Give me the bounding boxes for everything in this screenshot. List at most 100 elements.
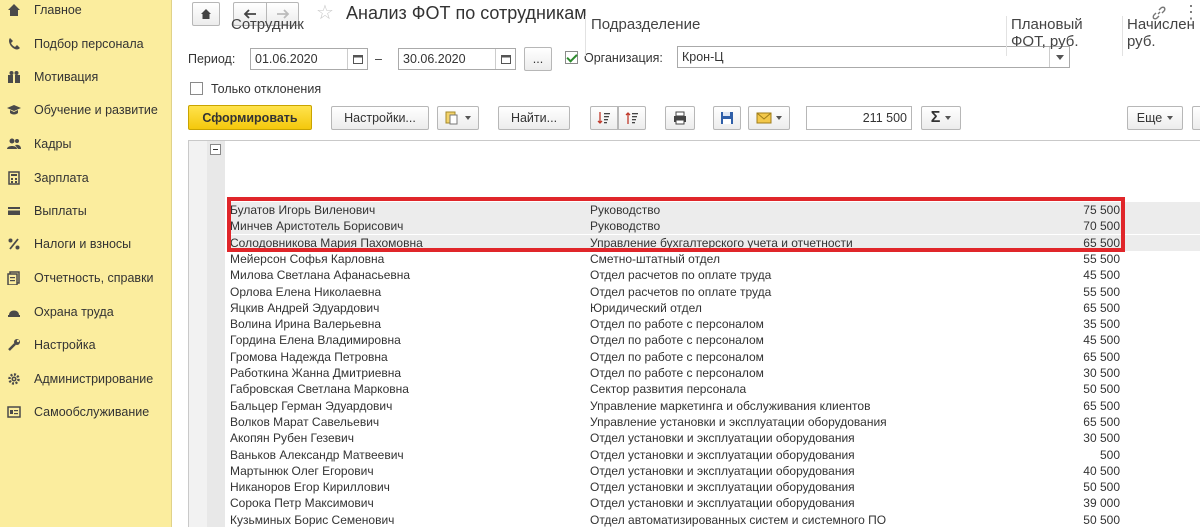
- planned-fot-cell: 30 500: [1083, 431, 1120, 446]
- gear-icon: [6, 371, 22, 387]
- table-row[interactable]: Орлова Елена Николаевна Отдел расчетов по…: [228, 284, 1200, 300]
- column-header-planned-fot[interactable]: Плановый ФОТ, руб.: [1008, 16, 1122, 60]
- sidebar-item-labor-safety[interactable]: Охрана труда: [0, 300, 172, 324]
- sidebar-item-settings[interactable]: Настройка: [0, 333, 172, 357]
- employee-cell: Сорока Петр Максимович: [230, 496, 374, 511]
- chevron-down-icon: [1167, 116, 1174, 120]
- table-row[interactable]: Кузьминых Борис Семенович Отдел автоматиз…: [228, 512, 1200, 527]
- printer-icon: [673, 111, 687, 125]
- sidebar-item-label: Главное: [34, 3, 82, 17]
- table-row[interactable]: Бальцер Герман Эдуардович Управление марк…: [228, 398, 1200, 414]
- generate-button[interactable]: Сформировать: [188, 105, 312, 130]
- sort-descending-button[interactable]: [618, 106, 646, 130]
- sidebar-item-administration[interactable]: Администрирование: [0, 367, 172, 391]
- sidebar-item-taxes[interactable]: Налоги и взносы: [0, 232, 172, 256]
- save-button[interactable]: [713, 106, 741, 130]
- envelope-icon: [756, 112, 772, 124]
- gift-icon: [6, 69, 22, 85]
- only-deviations-label: Только отклонения: [211, 82, 322, 96]
- table-row[interactable]: Яцкив Андрей Эдуардович Юридический отдел…: [228, 300, 1200, 316]
- header-line: руб.: [1127, 33, 1156, 50]
- department-cell: Отдел по работе с персоналом: [590, 349, 764, 364]
- department-cell: Отдел расчетов по оплате труда: [590, 268, 772, 283]
- send-email-button[interactable]: [748, 106, 790, 130]
- sidebar-item-self-service[interactable]: Самообслуживание: [0, 400, 172, 424]
- employee-cell: Бальцер Герман Эдуардович: [230, 398, 393, 413]
- table-row[interactable]: Мартынюк Олег Егорович Отдел установки и …: [228, 463, 1200, 479]
- sort-ascending-icon: [597, 111, 611, 125]
- planned-fot-cell: 40 500: [1083, 463, 1120, 478]
- employee-cell: Ваньков Александр Матвеевич: [230, 447, 404, 462]
- more-button[interactable]: Еще: [1127, 106, 1183, 130]
- column-header-employee[interactable]: Сотрудник: [228, 16, 583, 60]
- department-cell: Отдел по работе с персоналом: [590, 333, 764, 348]
- only-deviations-checkbox[interactable]: [190, 82, 203, 95]
- chevron-down-icon: [465, 116, 471, 120]
- sidebar-item-label: Охрана труда: [34, 305, 114, 319]
- sum-field: 211 500: [806, 106, 912, 130]
- employee-cell: Милова Светлана Афанасьевна: [230, 268, 411, 283]
- home-icon: [6, 2, 22, 18]
- table-row[interactable]: Габровская Светлана Марковна Сектор разви…: [228, 381, 1200, 397]
- sidebar-item-personnel[interactable]: Кадры: [0, 132, 172, 156]
- sidebar-item-salary[interactable]: Зарплата: [0, 166, 172, 190]
- find-button[interactable]: Найти...: [498, 106, 570, 130]
- department-cell: Сметно-штатный отдел: [590, 251, 720, 266]
- table-row[interactable]: Волина Ирина Валерьевна Отдел по работе с…: [228, 316, 1200, 332]
- phone-icon: [6, 36, 22, 52]
- sidebar-item-label: Зарплата: [34, 171, 89, 185]
- department-cell: Отдел установки и эксплуатации оборудова…: [590, 480, 855, 495]
- planned-fot-cell: 55 500: [1083, 251, 1120, 266]
- table-row[interactable]: Волков Марат Савельевич Управление устано…: [228, 414, 1200, 430]
- sidebar-item-label: Отчетность, справки: [34, 271, 154, 285]
- percent-icon: [6, 236, 22, 252]
- sidebar-item-training[interactable]: Обучение и развитие: [0, 98, 172, 122]
- print-button[interactable]: [665, 106, 695, 130]
- sidebar-item-motivation[interactable]: Мотивация: [0, 65, 172, 89]
- planned-fot-cell: 65 500: [1083, 414, 1120, 429]
- table-row[interactable]: Мейерсон Софья Карловна Сметно-штатный от…: [228, 251, 1200, 267]
- graduation-cap-icon: [6, 102, 22, 118]
- home-button[interactable]: [192, 2, 220, 26]
- sum-mode-button[interactable]: Σ: [921, 106, 961, 130]
- sidebar-item-label: Мотивация: [34, 70, 99, 84]
- planned-fot-cell: 55 500: [1083, 284, 1120, 299]
- sidebar: Главное Подбор персонала Мотивация Обуче…: [0, 0, 172, 527]
- employee-cell: Орлова Елена Николаевна: [230, 284, 382, 299]
- column-header-accrued[interactable]: Начислен руб.: [1124, 16, 1200, 60]
- table-row[interactable]: Сорока Петр Максимович Отдел установки и …: [228, 495, 1200, 511]
- sidebar-item-reports[interactable]: Отчетность, справки: [0, 266, 172, 290]
- department-cell: Отдел по работе с персоналом: [590, 317, 764, 332]
- department-cell: Отдел установки и эксплуатации оборудова…: [590, 447, 855, 462]
- department-cell: Отдел автоматизированных систем и систем…: [590, 512, 887, 527]
- table-row[interactable]: Акопян Рубен Гезевич Отдел установки и эк…: [228, 430, 1200, 446]
- reports-icon: [6, 270, 22, 286]
- highlight-annotation: [227, 197, 1125, 252]
- sidebar-item-recruitment[interactable]: Подбор персонала: [0, 32, 172, 56]
- planned-fot-cell: 500: [1099, 447, 1120, 462]
- table-row[interactable]: Громова Надежда Петровна Отдел по работе …: [228, 349, 1200, 365]
- calculator-icon: [6, 170, 22, 186]
- table-row[interactable]: Никаноров Егор Кириллович Отдел установки…: [228, 479, 1200, 495]
- copy-dropdown-button[interactable]: [437, 106, 479, 130]
- table-row[interactable]: Гордина Елена Владимировна Отдел по работ…: [228, 332, 1200, 348]
- column-header-department[interactable]: Подразделение: [588, 16, 1006, 60]
- sidebar-item-payments[interactable]: Выплаты: [0, 199, 172, 223]
- sort-ascending-button[interactable]: [590, 106, 618, 130]
- table-row[interactable]: Работкина Жанна Дмитриевна Отдел по работ…: [228, 365, 1200, 381]
- employee-cell: Яцкив Андрей Эдуардович: [230, 300, 380, 315]
- sidebar-item-label: Самообслуживание: [34, 405, 150, 419]
- planned-fot-cell: 39 000: [1083, 496, 1120, 511]
- header-line: ФОТ, руб.: [1011, 33, 1079, 50]
- chevron-down-icon: [945, 116, 952, 120]
- sidebar-item-main[interactable]: Главное: [0, 0, 172, 22]
- table-row[interactable]: Милова Светлана Афанасьевна Отдел расчето…: [228, 267, 1200, 283]
- collapse-toggle[interactable]: [210, 144, 221, 155]
- table-row[interactable]: Ваньков Александр Матвеевич Отдел установ…: [228, 447, 1200, 463]
- department-cell: Управление маркетинга и обслуживания кли…: [590, 398, 871, 413]
- sidebar-item-label: Кадры: [34, 137, 72, 151]
- sidebar-item-label: Обучение и развитие: [34, 103, 158, 117]
- settings-button[interactable]: Настройки...: [331, 106, 429, 130]
- help-button[interactable]: [1192, 106, 1200, 130]
- column-divider: [1006, 16, 1007, 56]
